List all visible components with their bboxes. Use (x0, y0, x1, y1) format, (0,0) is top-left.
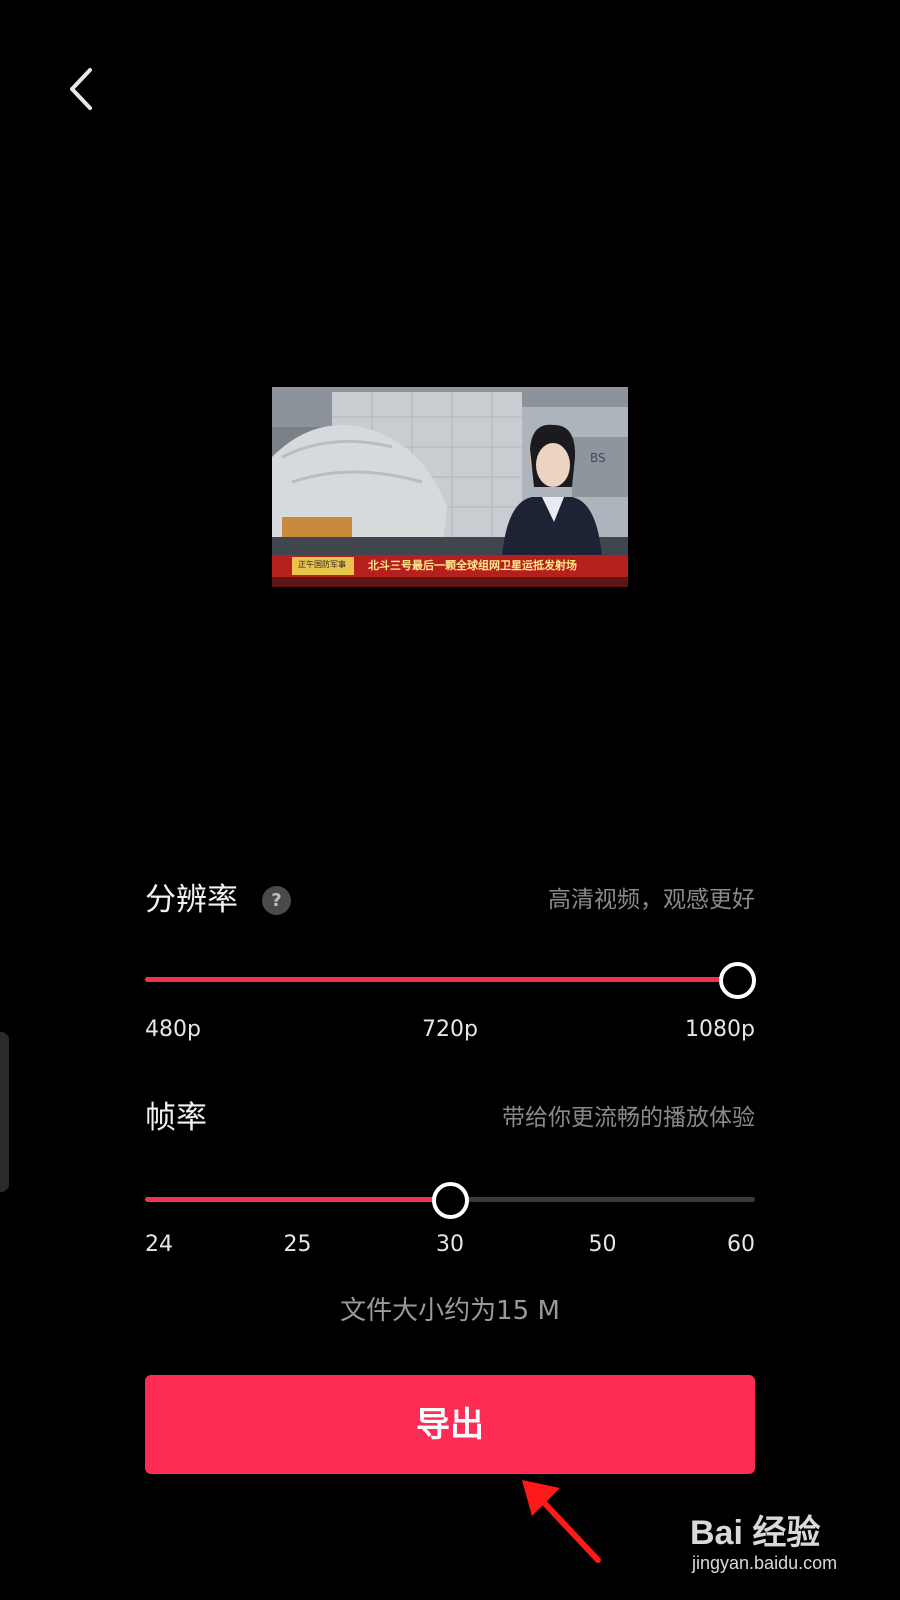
framerate-option[interactable]: 30 (436, 1228, 464, 1262)
resolution-option[interactable]: 1080p (685, 1013, 755, 1047)
slider-fill (145, 1197, 450, 1202)
export-settings-screen: BS 正午国防军事 北斗三号最后一颗全球组网卫星运抵发射场 分辨率 ? 高清视频… (0, 0, 900, 1600)
framerate-hint: 带给你更流畅的播放体验 (502, 1105, 755, 1131)
framerate-options: 24 25 30 50 60 (145, 1228, 755, 1262)
slider-thumb[interactable] (719, 962, 756, 999)
resolution-slider[interactable] (145, 960, 756, 1000)
chevron-left-icon (70, 68, 92, 110)
framerate-title: 帧率 (145, 1100, 207, 1136)
ticker-tag: 正午国防军事 (298, 560, 346, 569)
slider-thumb[interactable] (432, 1182, 469, 1219)
help-icon[interactable]: ? (262, 886, 291, 915)
resolution-header: 分辨率 ? 高清视频，观感更好 (145, 875, 755, 925)
resolution-option[interactable]: 720p (422, 1013, 478, 1047)
framerate-option[interactable]: 25 (284, 1228, 312, 1262)
ticker-headline: 北斗三号最后一颗全球组网卫星运抵发射场 (368, 559, 577, 572)
side-edge-handle[interactable] (0, 1032, 9, 1192)
resolution-option[interactable]: 480p (145, 1013, 201, 1047)
watermark-url: jingyan.baidu.com (692, 1553, 838, 1573)
framerate-header: 帧率 带给你更流畅的播放体验 (145, 1093, 755, 1143)
video-preview[interactable]: BS 正午国防军事 北斗三号最后一颗全球组网卫星运抵发射场 (272, 387, 628, 587)
annotation-arrow-icon (522, 1480, 601, 1563)
back-button[interactable] (60, 60, 108, 120)
building-sign-text: BS (590, 451, 606, 465)
watermark-brand: Bai 经验 (690, 1514, 821, 1552)
resolution-title: 分辨率 (145, 882, 238, 918)
framerate-slider[interactable] (145, 1180, 755, 1220)
slider-fill (145, 977, 755, 982)
framerate-option[interactable]: 60 (727, 1228, 755, 1262)
resolution-hint: 高清视频，观感更好 (548, 887, 755, 913)
framerate-option[interactable]: 24 (145, 1228, 173, 1262)
baidu-jingyan-watermark: Bai 经验 jingyan.baidu.com (690, 1505, 890, 1585)
framerate-option[interactable]: 50 (589, 1228, 617, 1262)
export-button[interactable]: 导出 (145, 1375, 755, 1474)
file-size-estimate: 文件大小约为15 M (340, 1296, 560, 1326)
resolution-options: 480p 720p 1080p (145, 1013, 755, 1047)
